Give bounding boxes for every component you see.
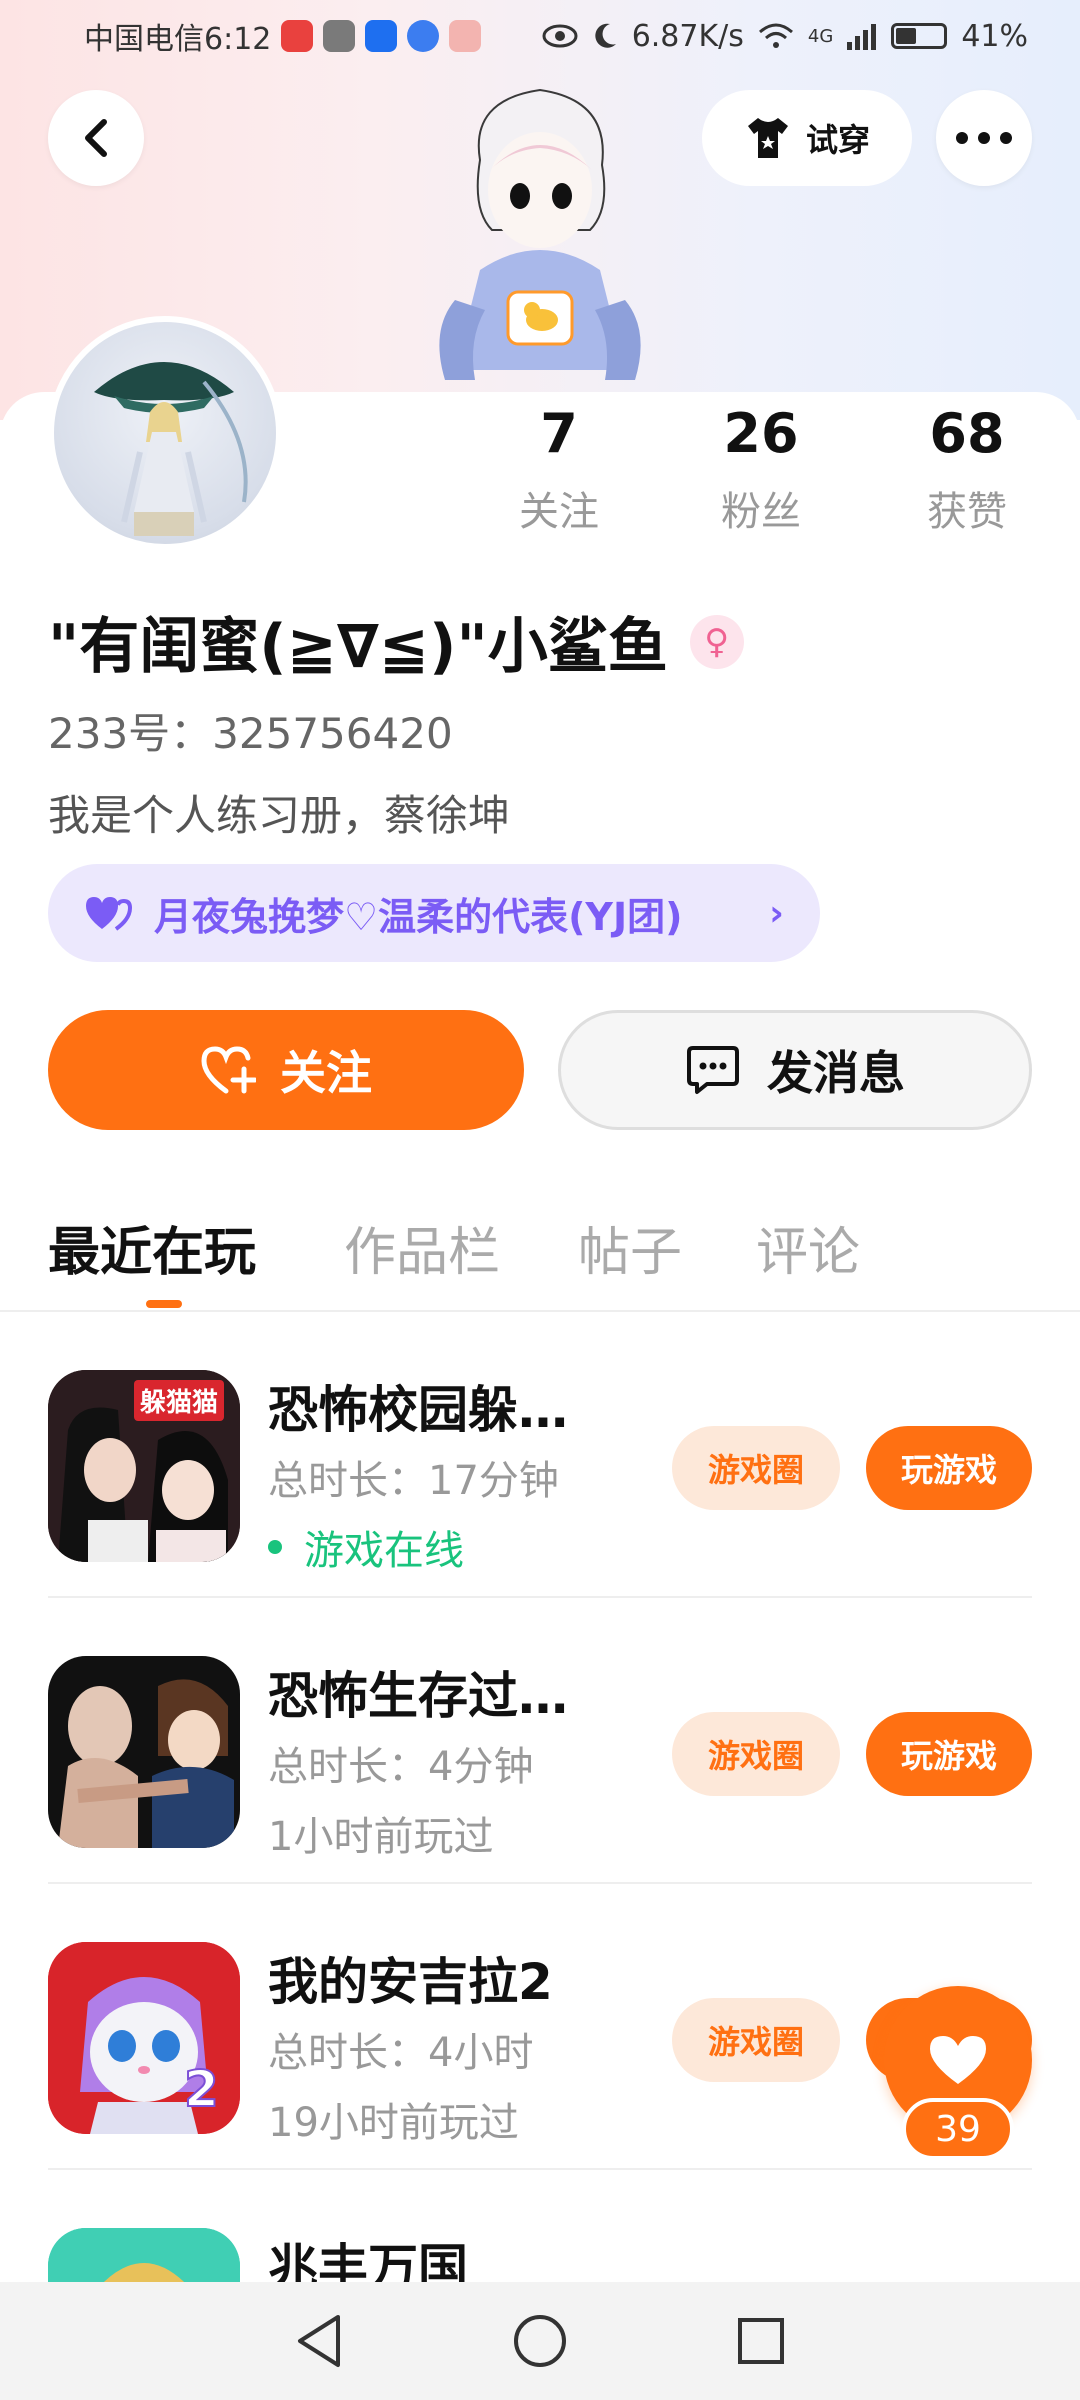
game-icon-kingdoms [48, 2228, 240, 2282]
game-circle-button[interactable]: 游戏圈 [672, 1998, 840, 2082]
tab-comments[interactable]: 评论 [756, 1210, 860, 1285]
nav-back-icon[interactable] [294, 2313, 344, 2369]
game-title: 我的安吉拉2 [268, 1953, 553, 2011]
nickname-text: "有闺蜜(≧∇≦)"小鲨鱼 [48, 612, 668, 682]
tab-indicator [146, 1300, 182, 1308]
battery-icon [891, 23, 948, 49]
game-row[interactable]: 兆丰万国 [48, 2170, 1080, 2282]
tab-posts[interactable]: 帖子 [578, 1210, 682, 1285]
stat-likes-label: 获赞 [927, 489, 1007, 535]
nav-home-icon[interactable] [512, 2313, 568, 2369]
follow-button[interactable]: 关注 [48, 1010, 524, 1130]
game-duration: 总时长：4小时 [268, 2030, 534, 2076]
huawei-store-icon [281, 20, 314, 52]
game-title: 兆丰万国 [268, 2239, 468, 2282]
avatar-3d-figure [439, 88, 641, 380]
music-icon [407, 20, 440, 52]
stat-fans[interactable]: 26 粉丝 [686, 402, 836, 537]
game-status: 19小时前玩过 [268, 2100, 519, 2146]
play-game-button[interactable]: 玩游戏 [866, 1426, 1032, 1510]
stat-following-value: 7 [540, 402, 578, 465]
game-icon-badge: 躲猫猫 [134, 1380, 225, 1421]
profile-tabs: 最近在玩 作品栏 帖子 评论 [0, 1210, 1080, 1310]
chevron-right-icon: › [769, 892, 784, 934]
system-nav-bar [0, 2282, 1080, 2400]
stat-likes[interactable]: 68 获赞 [892, 402, 1042, 537]
game-circle-button[interactable]: 游戏圈 [672, 1712, 840, 1796]
stat-likes-value: 68 [929, 402, 1005, 465]
game-icon-angela: 2 [48, 1942, 240, 2134]
tshirt-icon [747, 118, 788, 158]
nickname: "有闺蜜(≧∇≦)"小鲨鱼 ♀ [48, 598, 744, 685]
try-on-label: 试穿 [805, 121, 870, 159]
female-gender-icon: ♀ [689, 614, 744, 669]
nav-recent-apps-icon[interactable] [736, 2316, 786, 2366]
follow-label: 关注 [280, 1046, 372, 1100]
game-status: 1小时前玩过 [268, 1814, 494, 1860]
status-bar: 中国电信6:12 6.87K/s 4G 41% [0, 0, 1080, 72]
message-label: 发消息 [767, 1046, 905, 1100]
group-name: 月夜兔挽梦♡温柔的代表(YJ团) [154, 894, 683, 939]
battery-level: 41% [961, 18, 1028, 54]
chat-bubble-icon [687, 1046, 739, 1094]
game-duration: 总时长：17分钟 [268, 1458, 559, 1504]
group-badge[interactable]: 月夜兔挽梦♡温柔的代表(YJ团) › [48, 864, 820, 962]
try-on-button[interactable]: 试穿 [702, 90, 912, 186]
game-circle-button[interactable]: 游戏圈 [672, 1426, 840, 1510]
avatar-image [94, 362, 248, 536]
stat-fans-value: 26 [723, 402, 799, 465]
game-status-text: 游戏在线 [304, 1528, 464, 1574]
game-art [48, 1656, 240, 1848]
stat-fans-label: 粉丝 [721, 489, 801, 535]
like-count: 39 [902, 2098, 1014, 2160]
game-row[interactable]: 躲猫猫 恐怖校园躲… 总时长：17分钟 游戏在线 游戏圈 玩游戏 [48, 1312, 1080, 1598]
heart-icon [930, 2036, 986, 2084]
eye-icon [542, 24, 578, 48]
heart-plus-icon [201, 1046, 256, 1094]
user-id: 233号：325756420 [48, 709, 453, 758]
game-duration: 总时长：4分钟 [268, 1744, 534, 1790]
back-button[interactable] [48, 90, 144, 186]
bio: 我是个人练习册，蔡徐坤 [48, 791, 511, 840]
game-title: 恐怖生存过… [268, 1667, 568, 1725]
play-game-button[interactable]: 玩游戏 [866, 1712, 1032, 1796]
more-dots-icon [956, 132, 1012, 144]
network-type: 4G [807, 25, 834, 47]
stat-following[interactable]: 7 关注 [484, 402, 634, 537]
network-speed: 6.87K/s [631, 18, 744, 54]
game-row[interactable]: 恐怖生存过… 总时长：4分钟 1小时前玩过 游戏圈 玩游戏 [48, 1598, 1080, 1884]
signal-icon [847, 24, 877, 50]
game-icon-horror-school: 躲猫猫 [48, 1370, 240, 1562]
light-bulb-icon [365, 20, 398, 52]
game-title: 恐怖校园躲… [268, 1381, 568, 1439]
game-status: 游戏在线 [268, 1518, 464, 1576]
game-icon-survival [48, 1656, 240, 1848]
chevron-left-icon [85, 119, 107, 157]
avatar[interactable] [48, 316, 282, 550]
more-button[interactable] [936, 90, 1032, 186]
game-art [48, 2228, 240, 2282]
online-dot-icon [268, 1540, 282, 1554]
wifi-icon [758, 23, 793, 48]
game-box-icon [449, 20, 482, 52]
stat-following-label: 关注 [519, 489, 599, 535]
wechat-icon [323, 20, 356, 52]
tab-recently-played[interactable]: 最近在玩 [48, 1210, 256, 1285]
game-icon-badge: 2 [183, 2059, 220, 2119]
tab-works[interactable]: 作品栏 [344, 1210, 500, 1285]
carrier-time: 中国电信6:12 [84, 22, 272, 57]
message-button[interactable]: 发消息 [558, 1010, 1032, 1130]
double-heart-icon [86, 897, 133, 931]
moon-icon [595, 23, 616, 48]
